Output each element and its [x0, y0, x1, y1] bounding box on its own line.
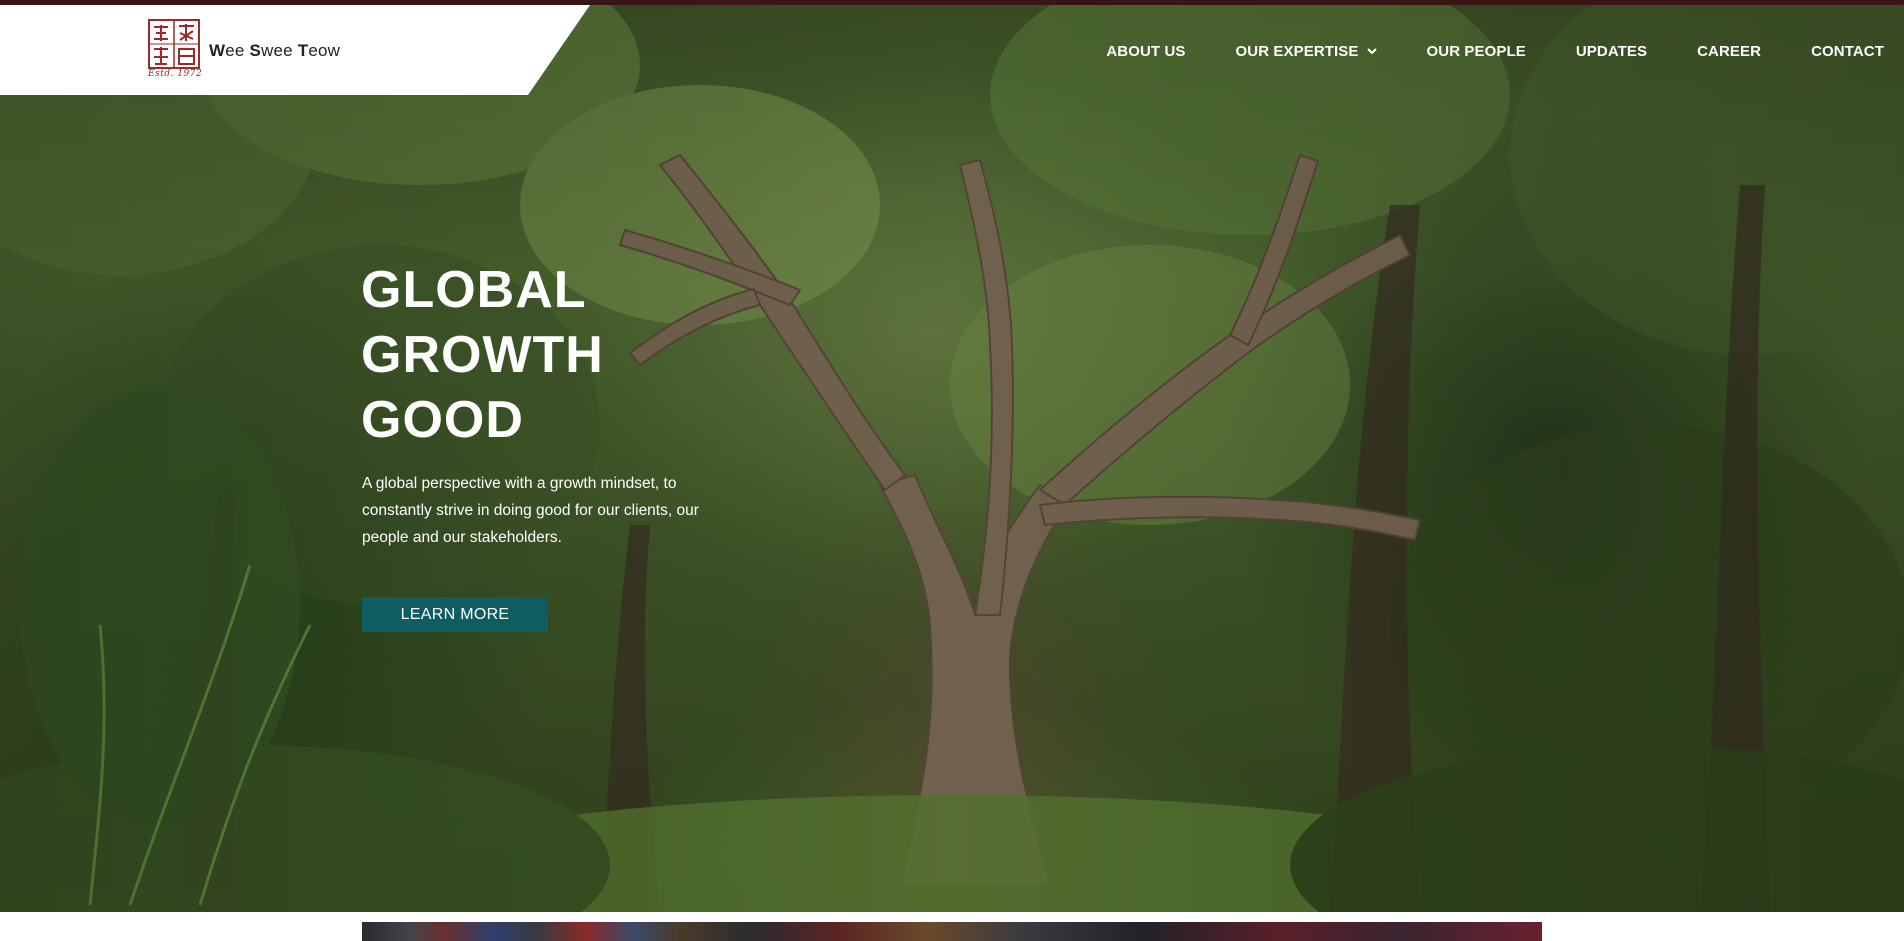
- main-nav: ABOUT US OUR EXPERTISE OUR PEOPLE UPDATE…: [1106, 38, 1884, 64]
- nav-our-expertise[interactable]: OUR EXPERTISE: [1236, 43, 1377, 60]
- page: Estd. 1972 Wee Swee Teow ABOUT US OUR EX…: [0, 0, 1904, 941]
- hero-title-line: GROWTH: [361, 326, 604, 384]
- nav-updates[interactable]: UPDATES: [1576, 43, 1647, 60]
- brand-name[interactable]: Wee Swee Teow: [209, 41, 340, 61]
- section-image-preview: [362, 922, 1542, 941]
- hero-title: GLOBAL GROWTH GOOD: [361, 258, 604, 453]
- nav-career[interactable]: CAREER: [1697, 43, 1761, 60]
- hero-title-line: GLOBAL: [361, 261, 587, 319]
- header-logo-area[interactable]: Estd. 1972 Wee Swee Teow: [0, 5, 590, 95]
- hero-title-line: GOOD: [361, 391, 524, 449]
- nav-contact[interactable]: CONTACT: [1811, 43, 1884, 60]
- brand-seal-icon: [148, 19, 200, 69]
- brand-established: Estd. 1972: [148, 69, 203, 79]
- nav-about-us[interactable]: ABOUT US: [1106, 43, 1185, 60]
- hero-description: A global perspective with a growth minds…: [362, 475, 699, 546]
- hero-overlay: [0, 5, 1904, 912]
- nav-our-people[interactable]: OUR PEOPLE: [1427, 43, 1526, 60]
- chevron-down-icon[interactable]: [1366, 47, 1377, 55]
- learn-more-button[interactable]: LEARN MORE: [362, 597, 548, 632]
- hero-banner: [0, 5, 1904, 912]
